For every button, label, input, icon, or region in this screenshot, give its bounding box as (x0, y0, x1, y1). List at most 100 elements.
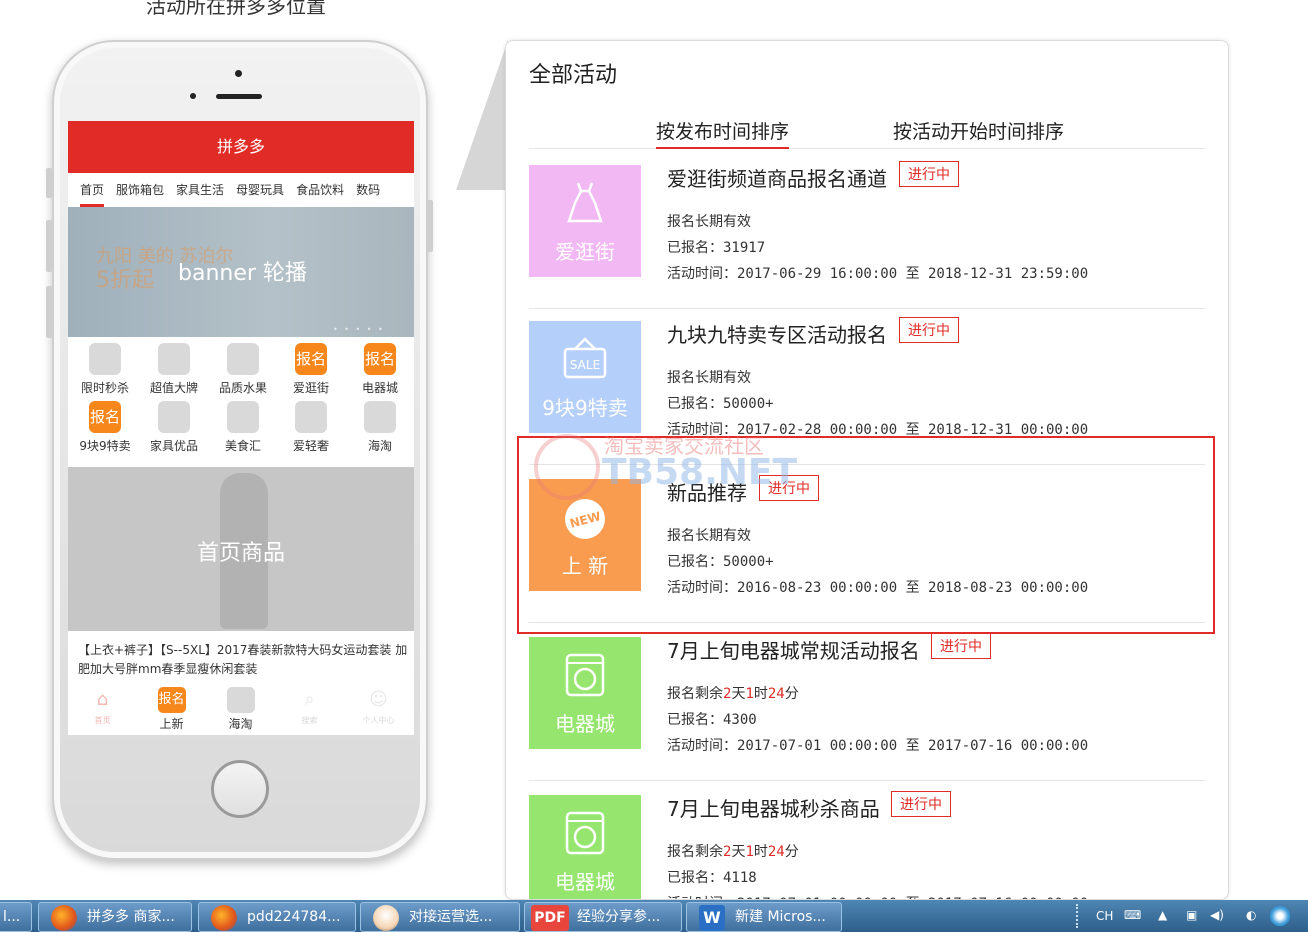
category-nav: 首页 服饰箱包 家具生活 母婴玩具 食品饮料 数码 (68, 173, 414, 207)
category-tab[interactable]: 母婴玩具 (236, 173, 284, 207)
placeholder-icon (89, 343, 121, 375)
taskbar-item-label: 经验分享参... (577, 909, 661, 925)
activity-row[interactable]: 电器城 7月上旬电器城秒杀商品进行中报名剩余2天1时24分已报名：4118 活动时间… (529, 781, 1205, 899)
keyboard-icon[interactable]: ⌨ (1124, 908, 1141, 922)
tray-app-icon[interactable]: ◐ (1246, 908, 1256, 922)
grid-item[interactable]: 爱轻奢 (276, 401, 346, 454)
placeholder-icon (158, 401, 190, 433)
placeholder-icon (226, 687, 255, 713)
grid-item[interactable]: 美食汇 (208, 401, 278, 454)
volume-icon[interactable]: ◀) (1210, 908, 1224, 922)
remaining-label: 报名剩余 (667, 686, 723, 702)
activity-title[interactable]: 九块九特卖专区活动报名 (667, 319, 887, 348)
taskbar-item[interactable]: PDF 经验分享参... (524, 902, 682, 932)
category-tab[interactable]: 数码 (356, 173, 380, 207)
phone-mute-button (46, 168, 52, 198)
signup-badge-icon: 报名 (295, 343, 327, 375)
sale-bag-icon: SALE (563, 337, 607, 379)
enrolled-label: 已报名： (667, 396, 723, 412)
category-tab[interactable]: 食品饮料 (296, 173, 344, 207)
activity-time: 活动时间：2017-07-01 00:00:00 至 2017-07-16 00… (667, 735, 1088, 755)
taskbar-item[interactable]: 拼多多 商家... (38, 902, 192, 932)
status-badge: 进行中 (899, 161, 959, 187)
activity-thumbnail[interactable]: 电器城 (529, 795, 641, 899)
placeholder-icon (227, 343, 259, 375)
grid-item-label: 超值大牌 (149, 381, 198, 395)
activity-row[interactable]: 爱逛街 爱逛街频道商品报名通道 进行中 报名长期有效 已报名：31917 活动时间：201… (529, 151, 1205, 309)
minutes-unit: 分 (784, 686, 799, 702)
home-goods-image[interactable]: 首页商品 (68, 467, 414, 631)
grid-item[interactable]: 超值大牌 (139, 343, 209, 396)
taskbar-item[interactable]: pdd224784... (198, 902, 356, 932)
grid-item[interactable]: 报名 电器城 (345, 343, 414, 396)
tab-search-label: 搜索 (301, 716, 318, 725)
enrolled-count: 已报名：31917 (667, 237, 765, 257)
taskbar-item[interactable]: W 新建 Micros... (686, 902, 842, 932)
grid-item[interactable]: 品质水果 (208, 343, 278, 396)
activity-title[interactable]: 7月上旬电器城秒杀商品 (667, 793, 880, 822)
minutes-unit: 分 (784, 844, 799, 860)
signup-badge-icon: 报名 (89, 401, 121, 433)
activity-title[interactable]: 7月上旬电器城常规活动报名 (667, 635, 920, 664)
grid-item-label: 限时秒杀 (80, 381, 129, 395)
bottom-tabbar: ⌂ 首页 报名 上新 海淘 ⌕ 搜索 ☺ 个人中心 (68, 679, 414, 735)
tray-browser-icon[interactable] (1270, 906, 1290, 926)
activity-title[interactable]: 爱逛街频道商品报名通道 (667, 163, 887, 192)
grid-item[interactable]: 报名 爱逛街 (276, 343, 346, 396)
sort-by-publish-time-tab[interactable]: 按发布时间排序 (656, 117, 790, 149)
activity-thumbnail[interactable]: SALE 9块9特卖 (529, 321, 641, 433)
signup-remaining: 报名剩余2天1时24分 (667, 841, 799, 861)
watermark: 淘宝卖家交流社区 TB58.NET (534, 428, 798, 508)
enrolled-count: 已报名：50000+ (667, 393, 774, 413)
status-badge: 进行中 (891, 791, 951, 817)
grid-item[interactable]: 报名 9块9特卖 (70, 401, 140, 454)
banner-label: banner 轮播 (178, 261, 307, 286)
category-tab[interactable]: 首页 (80, 173, 105, 207)
placeholder-icon (158, 343, 190, 375)
tab-haitao[interactable]: 海淘 (206, 679, 275, 735)
category-tab[interactable]: 服饰箱包 (116, 173, 164, 207)
activity-thumbnail[interactable]: 爱逛街 (529, 165, 641, 277)
days-unit: 天 (731, 686, 746, 702)
hours-unit: 时 (753, 686, 768, 702)
grid-item[interactable]: 家具优品 (139, 401, 209, 454)
placeholder-icon (295, 401, 327, 433)
grid-item-label: 爱轻奢 (292, 439, 329, 453)
taskbar-item[interactable]: 对接运营选... (360, 902, 520, 932)
remaining-minutes: 24 (767, 686, 785, 702)
show-hidden-icons-icon[interactable]: ▲ (1158, 908, 1167, 922)
smiley-icon: ☺ (369, 689, 388, 710)
phone-volume-up-button (46, 220, 52, 272)
thumbnail-label: 爱逛街 (555, 240, 615, 264)
grid-item[interactable]: 海淘 (345, 401, 414, 454)
tab-home[interactable]: ⌂ 首页 (68, 679, 137, 735)
enrolled-value: 31917 (723, 240, 766, 256)
app-header: 拼多多 (68, 121, 414, 173)
remaining-hours: 1 (745, 844, 754, 860)
activity-row[interactable]: 电器城 7月上旬电器城常规活动报名 进行中 报名剩余2天1时24分 已报名：4300 活动… (529, 623, 1205, 781)
tab-profile[interactable]: ☺ 个人中心 (344, 679, 413, 735)
sort-by-start-time-tab[interactable]: 按活动开始时间排序 (893, 117, 1064, 149)
watermark-en: TB58.NET (602, 452, 798, 493)
grid-item[interactable]: 限时秒杀 (70, 343, 140, 396)
word-icon: W (699, 905, 725, 931)
phone-camera (235, 70, 242, 77)
grid-item-label: 爱逛街 (292, 381, 329, 395)
enrolled-value: 50000+ (723, 396, 774, 412)
tab-search[interactable]: ⌕ 搜索 (275, 679, 344, 735)
grid-item-label: 品质水果 (218, 381, 267, 395)
signup-validity: 报名长期有效 (667, 214, 751, 230)
panel-title: 全部活动 (529, 63, 618, 88)
dress-icon (567, 182, 603, 223)
taskbar-item-label: pdd224784... (247, 909, 341, 925)
category-tab[interactable]: 家具生活 (176, 173, 224, 207)
language-indicator[interactable]: CH (1096, 909, 1113, 923)
enrolled-label: 已报名： (667, 240, 723, 256)
washing-machine-icon (565, 811, 605, 855)
taskbar-item[interactable]: l... (0, 902, 32, 932)
goods-title[interactable]: 【上衣+裤子】【S--5XL】2017春装新款特大码女运动套装 加肥加大号胖mm… (78, 641, 408, 679)
activity-thumbnail[interactable]: 电器城 (529, 637, 641, 749)
tab-new[interactable]: 报名 上新 (137, 679, 206, 735)
network-icon[interactable]: ▣ (1186, 908, 1197, 922)
banner-carousel[interactable]: 九阳 美的 苏泊尔 5折起 banner 轮播 • • • • • (68, 207, 414, 337)
